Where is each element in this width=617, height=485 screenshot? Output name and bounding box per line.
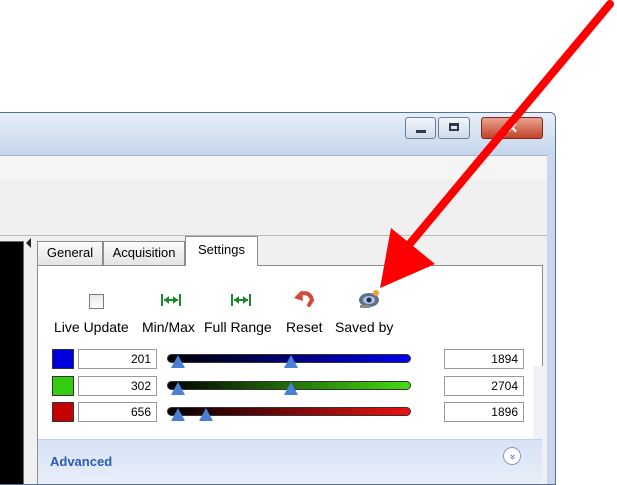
maximize-button[interactable] xyxy=(438,117,470,139)
channel-1-min-field[interactable]: 201 xyxy=(78,349,157,369)
full-range-button[interactable]: Full Range xyxy=(204,319,272,335)
chevron-down-icon[interactable]: » xyxy=(503,447,521,465)
image-viewer[interactable] xyxy=(0,241,24,484)
channel-3-color-swatch[interactable] xyxy=(52,402,74,422)
settings-tab-body: Live Update Min/Max Full Range Reset Sav… xyxy=(37,265,543,484)
channel-2-min-thumb[interactable] xyxy=(171,382,185,395)
channel-1-color-swatch[interactable] xyxy=(52,349,74,369)
toolbar xyxy=(0,180,547,236)
close-icon: ✕ xyxy=(505,120,519,137)
minimize-icon xyxy=(416,130,426,133)
min-max-button[interactable]: Min/Max xyxy=(142,319,195,335)
close-button[interactable]: ✕ xyxy=(481,117,543,139)
main-content: General Acquisition Settings Live Update… xyxy=(0,236,547,484)
splitter-arrow-icon[interactable] xyxy=(26,238,31,248)
maximize-icon xyxy=(449,123,459,131)
settings-side-panel: General Acquisition Settings Live Update… xyxy=(33,236,547,484)
reset-undo-icon[interactable] xyxy=(293,288,315,308)
min-max-arrows-icon[interactable] xyxy=(160,292,182,308)
channel-2-color-swatch[interactable] xyxy=(52,376,74,396)
application-window: ✕ General Acquisition Settings Live Upda… xyxy=(0,112,556,485)
menu-bar xyxy=(0,155,547,181)
saved-by-icon[interactable] xyxy=(357,288,381,310)
channel-1-max-thumb[interactable] xyxy=(284,355,298,368)
channel-3-max-thumb[interactable] xyxy=(199,408,213,421)
chevron-glyph: » xyxy=(507,454,518,460)
minimize-button[interactable] xyxy=(405,117,436,139)
reset-button[interactable]: Reset xyxy=(286,319,323,335)
channel-2-max-thumb[interactable] xyxy=(284,382,298,395)
live-update-checkbox[interactable] xyxy=(89,294,104,309)
channel-1-min-thumb[interactable] xyxy=(171,355,185,368)
channel-3-min-thumb[interactable] xyxy=(171,408,185,421)
tab-general[interactable]: General xyxy=(37,241,103,265)
channel-2-min-field[interactable]: 302 xyxy=(78,376,157,396)
channel-1-max-field[interactable]: 1894 xyxy=(444,349,524,369)
channel-2-max-field[interactable]: 2704 xyxy=(444,376,524,396)
tab-settings[interactable]: Settings xyxy=(185,236,258,266)
title-bar: ✕ xyxy=(0,113,555,155)
advanced-label: Advanced xyxy=(50,454,113,469)
channel-3-min-field[interactable]: 656 xyxy=(78,402,157,422)
full-range-arrows-icon[interactable] xyxy=(230,292,252,308)
tab-acquisition[interactable]: Acquisition xyxy=(103,241,185,265)
live-update-label: Live Update xyxy=(54,319,129,335)
advanced-section-header[interactable]: Advanced » xyxy=(38,439,542,484)
saved-by-button[interactable]: Saved by xyxy=(335,319,393,335)
channel-3-max-field[interactable]: 1896 xyxy=(444,402,524,422)
